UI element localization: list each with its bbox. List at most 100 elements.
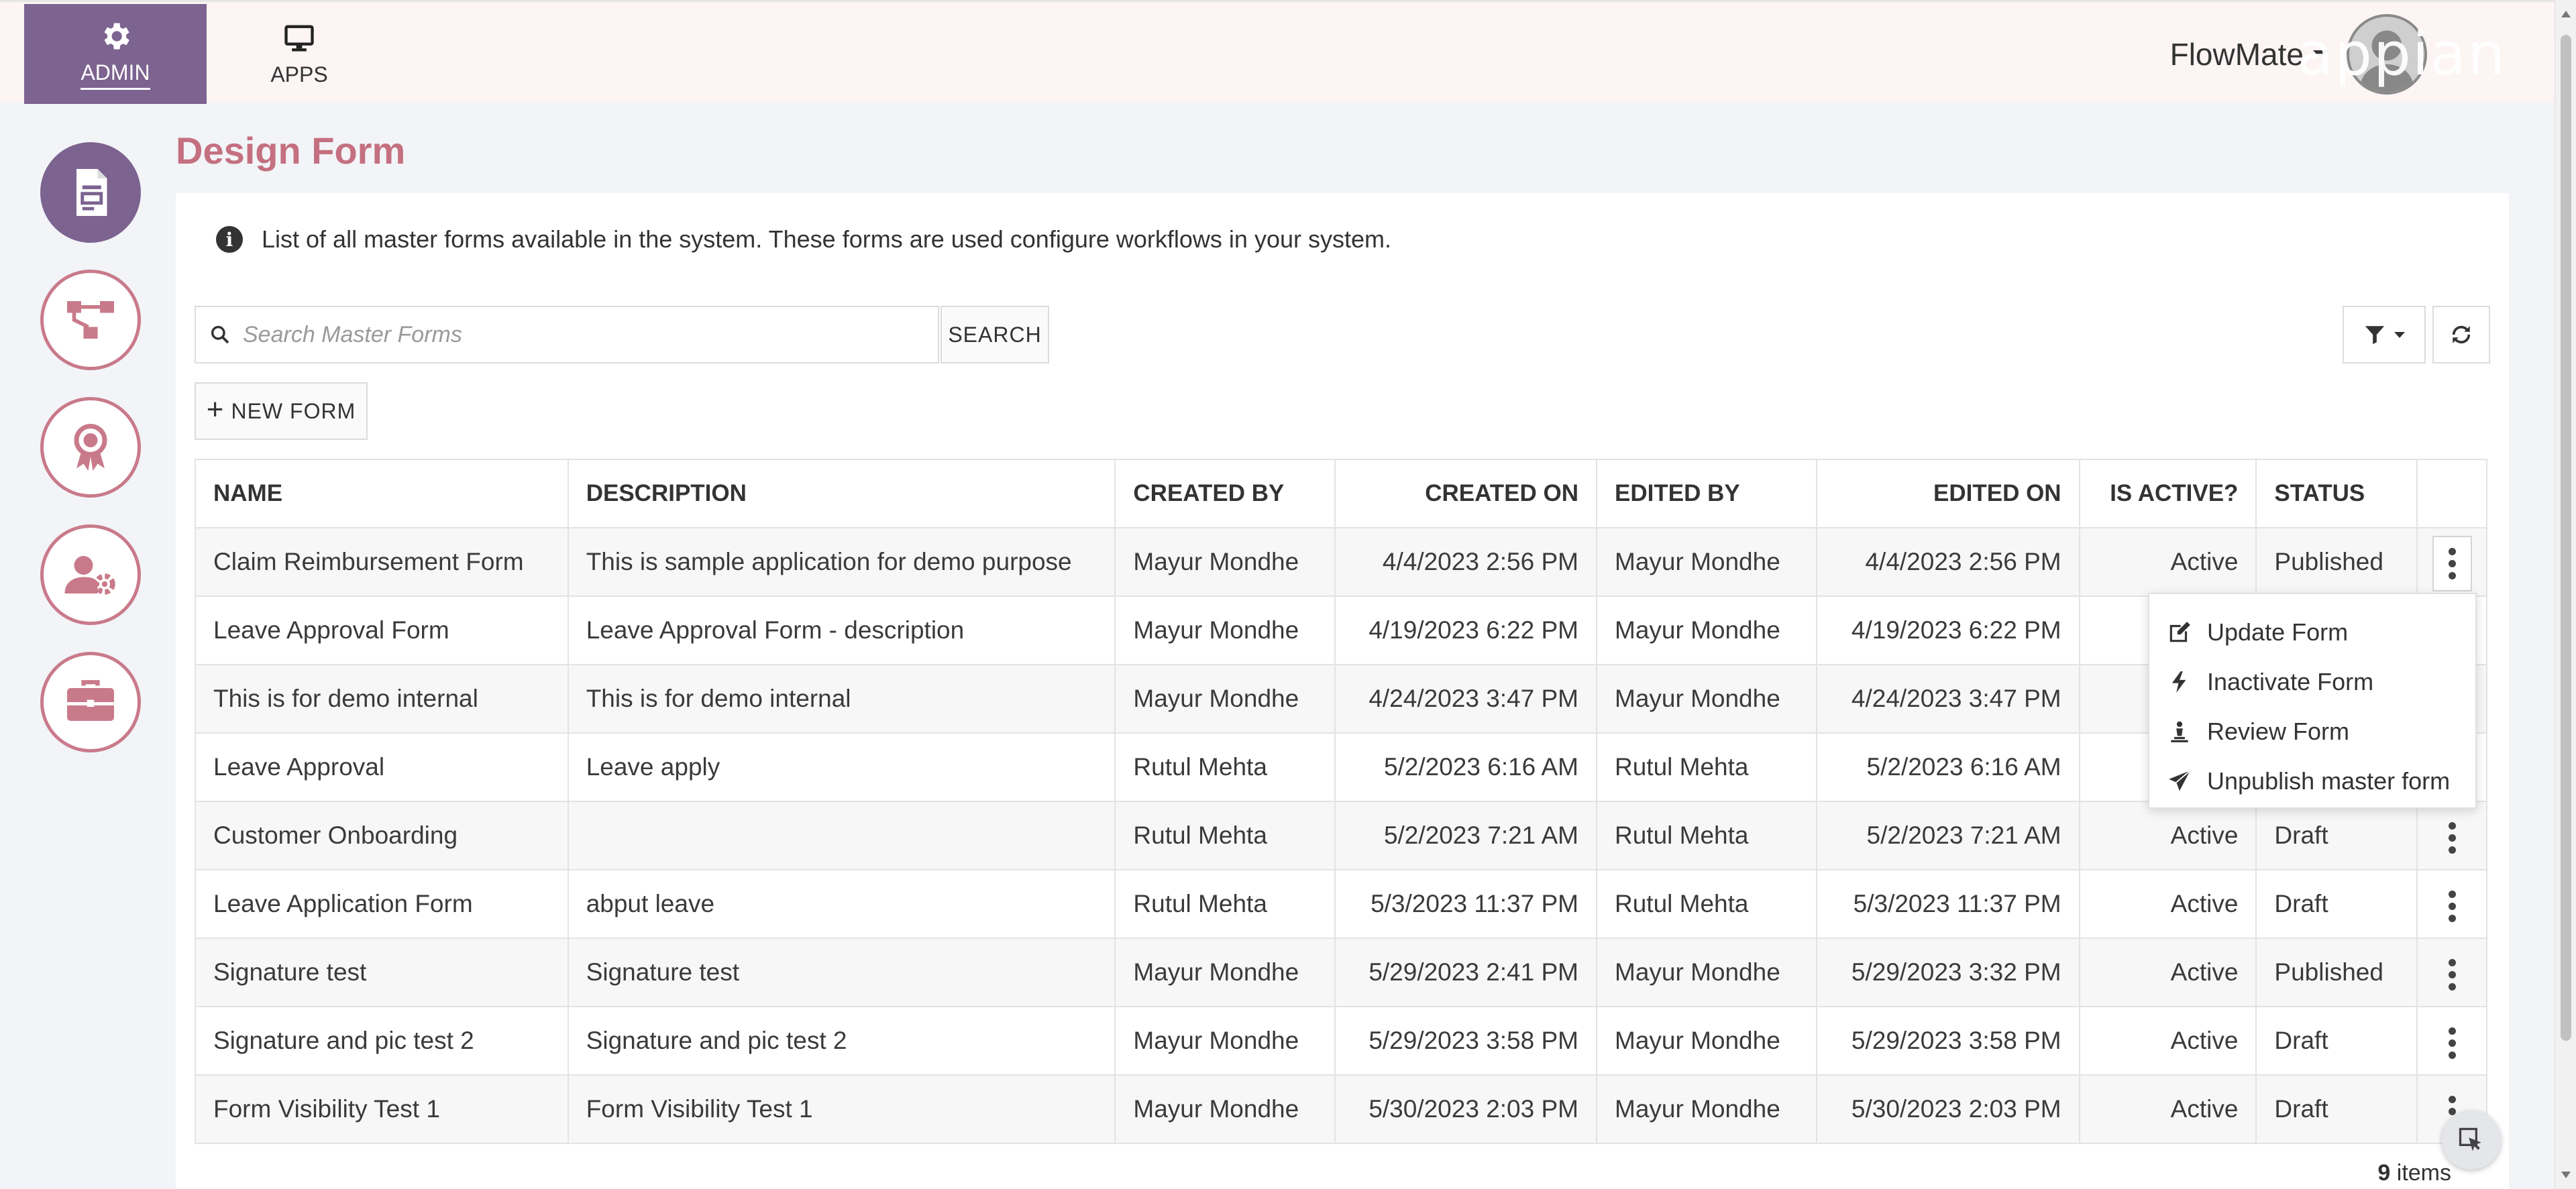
- scroll-up-arrow-icon[interactable]: [2561, 11, 2571, 17]
- search-field[interactable]: [195, 306, 939, 363]
- brand-logo: appian: [2297, 19, 2506, 89]
- more-options-icon[interactable]: [2432, 535, 2472, 591]
- table-row[interactable]: Form Visibility Test 1 Form Visibility Te…: [195, 1074, 2487, 1144]
- cell-status: Draft: [2255, 1074, 2418, 1144]
- table-row[interactable]: Signature and pic test 2 Signature and pi…: [195, 1006, 2487, 1076]
- more-options-icon[interactable]: [2434, 811, 2471, 864]
- cell-created-on: 4/4/2023 2:56 PM: [1334, 527, 1597, 597]
- cell-edited-on: 5/29/2023 3:58 PM: [1815, 1006, 2080, 1076]
- menu-item-label: Review Form: [2207, 718, 2350, 745]
- cell-edited-by: Mayur Mondhe: [1596, 527, 1817, 597]
- cell-status: Draft: [2255, 869, 2418, 939]
- table-row[interactable]: Customer Onboarding Rutul Mehta 5/2/2023 7…: [195, 801, 2487, 870]
- cell-is-active: Active: [2078, 527, 2257, 597]
- briefcase-icon: [67, 680, 114, 721]
- scroll-thumb[interactable]: [2561, 35, 2571, 1041]
- menu-item-label: Unpublish master form: [2207, 767, 2451, 795]
- chevron-down-icon: [2394, 331, 2405, 338]
- gear-icon: [104, 23, 129, 49]
- cell-name[interactable]: Leave Application Form: [195, 869, 569, 939]
- column-header-description[interactable]: DESCRIPTION: [567, 459, 1116, 528]
- scroll-down-arrow-icon[interactable]: [2561, 1172, 2571, 1178]
- page-scrollbar[interactable]: [2555, 0, 2576, 1189]
- cell-edited-by: Mayur Mondhe: [1596, 1074, 1817, 1144]
- new-form-label: NEW FORM: [231, 398, 356, 423]
- cell-name[interactable]: Customer Onboarding: [195, 801, 569, 870]
- floating-cursor-button[interactable]: [2442, 1111, 2501, 1170]
- cell-name[interactable]: This is for demo internal: [195, 664, 569, 734]
- menu-item-unpublish-master-form[interactable]: Unpublish master form: [2149, 756, 2475, 806]
- cell-created-on: 5/29/2023 3:58 PM: [1334, 1006, 1597, 1076]
- more-options-icon[interactable]: [2434, 948, 2471, 1001]
- cell-edited-by: Mayur Mondhe: [1596, 596, 1817, 665]
- table-header-row: NAME DESCRIPTION CREATED BY CREATED ON E…: [195, 459, 2487, 528]
- cell-description: Form Visibility Test 1: [567, 1074, 1116, 1144]
- menu-item-update-form[interactable]: Update Form: [2149, 608, 2475, 657]
- cell-name[interactable]: Leave Approval: [195, 732, 569, 802]
- cell-description: This is sample application for demo purp…: [567, 527, 1116, 597]
- refresh-button[interactable]: [2432, 306, 2490, 363]
- column-header-name[interactable]: NAME: [195, 459, 569, 528]
- new-form-button[interactable]: + NEW FORM: [195, 382, 368, 440]
- more-options-icon[interactable]: [2434, 1017, 2471, 1070]
- search-icon: [211, 325, 229, 344]
- column-header-edited-by[interactable]: EDITED BY: [1596, 459, 1817, 528]
- search-button[interactable]: SEARCH: [941, 306, 1049, 363]
- filter-icon: [2365, 326, 2385, 345]
- column-header-created-on[interactable]: CREATED ON: [1334, 459, 1597, 528]
- cell-created-on: 4/24/2023 3:47 PM: [1334, 664, 1597, 734]
- cell-created-on: 5/2/2023 6:16 AM: [1334, 732, 1597, 802]
- cell-name[interactable]: Form Visibility Test 1: [195, 1074, 569, 1144]
- cell-description: Signature and pic test 2: [567, 1006, 1116, 1076]
- table-row[interactable]: Leave Approval Form Leave Approval Form -…: [195, 596, 2487, 665]
- table-row[interactable]: Leave Approval Leave apply Rutul Mehta 5/2/…: [195, 732, 2487, 802]
- sidebar-item-applications[interactable]: [40, 652, 141, 752]
- form-document-icon: [76, 169, 107, 216]
- cell-actions: [2416, 938, 2487, 1007]
- column-header-edited-on[interactable]: EDITED ON: [1815, 459, 2080, 528]
- column-header-status[interactable]: STATUS: [2255, 459, 2418, 528]
- info-icon: i: [216, 226, 243, 253]
- cell-edited-on: 5/30/2023 2:03 PM: [1815, 1074, 2080, 1144]
- filter-button[interactable]: [2343, 306, 2426, 363]
- cell-name[interactable]: Signature test: [195, 938, 569, 1007]
- info-text: List of all master forms available in th…: [262, 225, 1391, 253]
- tab-admin[interactable]: ADMIN: [24, 4, 207, 104]
- menu-item-label: Inactivate Form: [2207, 668, 2374, 695]
- table-row[interactable]: Claim Reimbursement Form This is sample a…: [195, 527, 2487, 597]
- sidebar-item-design-form[interactable]: [40, 142, 141, 243]
- table-row[interactable]: This is for demo internal This is for dem…: [195, 664, 2487, 734]
- cell-name[interactable]: Claim Reimbursement Form: [195, 527, 569, 597]
- more-options-icon[interactable]: [2434, 880, 2471, 933]
- top-header: ADMIN APPS FlowMate appian: [0, 0, 2555, 104]
- menu-item-review-form[interactable]: Review Form: [2149, 707, 2475, 756]
- tab-admin-label: ADMIN: [80, 60, 150, 90]
- sidebar-item-workflow[interactable]: [40, 270, 141, 370]
- tab-apps[interactable]: APPS: [208, 4, 390, 104]
- table-row[interactable]: Signature test Signature test Mayur Mondhe…: [195, 938, 2487, 1007]
- refresh-icon: [2452, 325, 2471, 344]
- cell-name[interactable]: Signature and pic test 2: [195, 1006, 569, 1076]
- cell-status: Draft: [2255, 801, 2418, 870]
- sidebar-item-user-settings[interactable]: [40, 524, 141, 625]
- column-header-actions: [2416, 459, 2487, 528]
- cell-edited-on: 5/29/2023 3:32 PM: [1815, 938, 2080, 1007]
- cell-name[interactable]: Leave Approval Form: [195, 596, 569, 665]
- cell-description: [567, 801, 1116, 870]
- cell-edited-by: Mayur Mondhe: [1596, 664, 1817, 734]
- sidebar-item-certification[interactable]: [40, 397, 141, 498]
- cell-created-on: 5/3/2023 11:37 PM: [1334, 869, 1597, 939]
- cell-edited-on: 4/4/2023 2:56 PM: [1815, 527, 2080, 597]
- cell-actions: [2416, 1006, 2487, 1076]
- table-row[interactable]: Leave Application Form abput leave Rutul M…: [195, 869, 2487, 939]
- cell-edited-on: 4/24/2023 3:47 PM: [1815, 664, 2080, 734]
- cell-is-active: Active: [2078, 869, 2257, 939]
- menu-item-inactivate-form[interactable]: Inactivate Form: [2149, 657, 2475, 707]
- cell-edited-by: Mayur Mondhe: [1596, 938, 1817, 1007]
- column-header-is-active[interactable]: IS ACTIVE?: [2078, 459, 2257, 528]
- cell-edited-on: 5/2/2023 7:21 AM: [1815, 801, 2080, 870]
- search-input[interactable]: [243, 321, 887, 348]
- items-count-number: 9: [2377, 1160, 2391, 1186]
- review-icon: [2171, 721, 2188, 742]
- column-header-created-by[interactable]: CREATED BY: [1114, 459, 1336, 528]
